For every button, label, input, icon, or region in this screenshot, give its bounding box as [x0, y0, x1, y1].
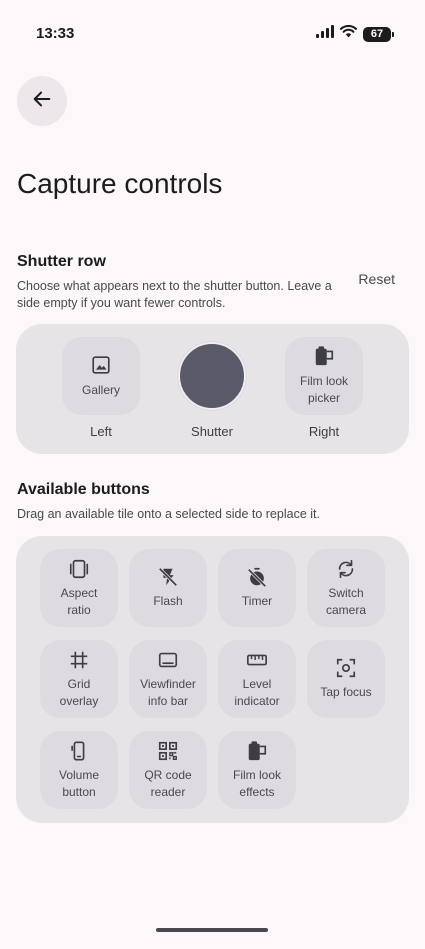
tile-qr-code-reader[interactable]: QR code reader	[129, 731, 207, 809]
tile-label: Aspect ratio	[60, 585, 98, 617]
tile-label: Switch camera	[325, 585, 366, 617]
tile-label: Tap focus	[320, 685, 372, 699]
grid-icon	[68, 649, 90, 671]
tile-label: Timer	[241, 594, 273, 608]
status-icons: 67	[316, 24, 394, 43]
shutter-row-description: Choose what appears next to the shutter …	[17, 279, 332, 310]
available-buttons-title: Available buttons	[17, 481, 150, 498]
tile-volume-button[interactable]: Volume button	[40, 731, 118, 809]
right-slot[interactable]: Film look picker	[285, 337, 363, 415]
tile-flash[interactable]: Flash	[129, 549, 207, 627]
arrow-left-icon	[31, 88, 53, 115]
available-buttons-panel: Aspect ratio Flash Timer Switch camera G…	[16, 536, 409, 823]
ruler-icon	[246, 649, 268, 671]
timer-off-icon	[246, 566, 268, 588]
shutter-button[interactable]	[178, 342, 246, 410]
shutter-row-panel: Gallery Left Shutter Film look picker Ri…	[16, 324, 409, 454]
right-caption: Right	[308, 424, 340, 439]
left-slot-label: Gallery	[81, 382, 120, 397]
left-caption: Left	[90, 424, 112, 439]
film-canister-icon	[313, 345, 335, 367]
battery-level: 67	[370, 28, 384, 40]
flash-off-icon	[157, 566, 179, 588]
film-canister-icon	[246, 740, 268, 762]
battery-icon: 67	[363, 26, 394, 42]
capture-controls-screen: 13:33 67 Capture controls Shutter row Ch…	[0, 0, 425, 949]
info-bar-icon	[157, 649, 179, 671]
tile-label: Grid overlay	[59, 676, 99, 708]
tile-film-look-effects[interactable]: Film look effects	[218, 731, 296, 809]
tile-viewfinder-info-bar[interactable]: Viewfinder info bar	[129, 640, 207, 718]
tile-grid-overlay[interactable]: Grid overlay	[40, 640, 118, 718]
home-indicator[interactable]	[156, 928, 268, 932]
tile-timer[interactable]: Timer	[218, 549, 296, 627]
focus-icon	[335, 657, 357, 679]
left-slot[interactable]: Gallery	[62, 337, 140, 415]
tile-label: Level indicator	[234, 676, 280, 708]
wifi-icon	[340, 24, 357, 43]
shutter-row-title: Shutter row	[17, 253, 106, 270]
right-slot-label: Film look picker	[299, 374, 348, 405]
tile-aspect-ratio[interactable]: Aspect ratio	[40, 549, 118, 627]
signal-icon	[316, 25, 334, 43]
tile-level-indicator[interactable]: Level indicator	[218, 640, 296, 718]
tile-label: QR code reader	[144, 767, 192, 799]
tile-tap-focus[interactable]: Tap focus	[307, 640, 385, 718]
phone-volume-icon	[68, 740, 90, 762]
tile-label: Film look effects	[232, 767, 281, 799]
reset-button[interactable]: Reset	[358, 271, 395, 287]
shutter-caption: Shutter	[191, 424, 233, 439]
tile-switch-camera[interactable]: Switch camera	[307, 549, 385, 627]
status-bar: 13:33 67	[0, 0, 425, 66]
aspect-ratio-icon	[68, 558, 90, 580]
back-button[interactable]	[17, 76, 67, 126]
tile-label: Flash	[153, 594, 183, 608]
page-title: Capture controls	[17, 168, 223, 199]
tile-label: Viewfinder info bar	[140, 676, 196, 708]
qr-code-icon	[157, 740, 179, 762]
available-buttons-description: Drag an available tile onto a selected s…	[17, 507, 320, 521]
tile-label: Volume button	[58, 767, 100, 799]
status-time: 13:33	[36, 25, 75, 42]
image-icon	[90, 354, 112, 376]
switch-camera-icon	[335, 558, 357, 580]
